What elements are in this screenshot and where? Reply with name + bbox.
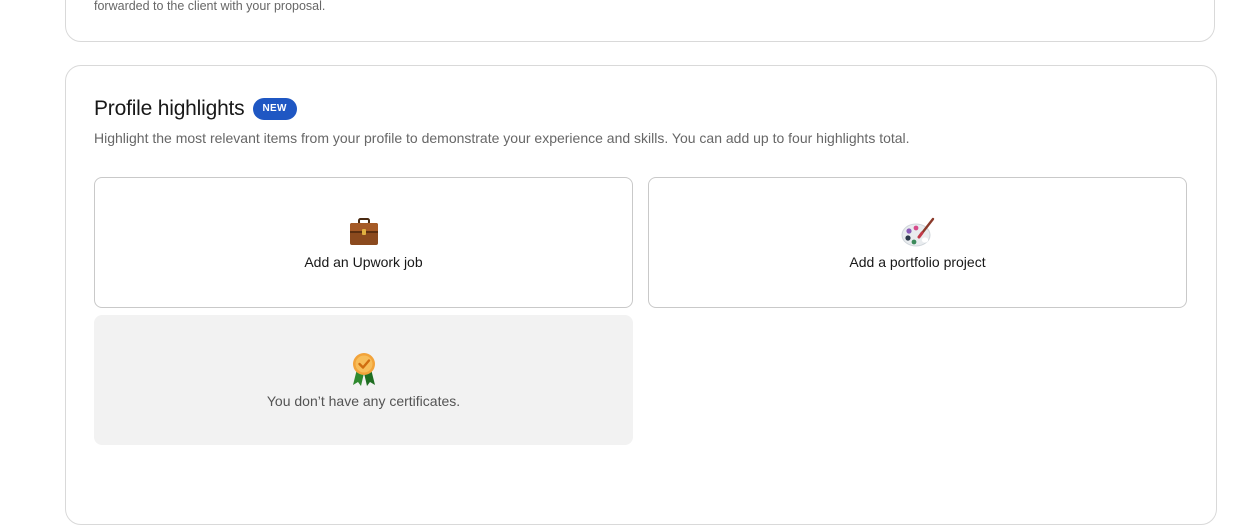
certificates-empty-tile: You don’t have any certificates. — [94, 315, 633, 445]
section-title: Profile highlights — [94, 97, 245, 120]
add-portfolio-project-button[interactable]: Add a portfolio project — [648, 177, 1187, 308]
section-description: Highlight the most relevant items from y… — [94, 130, 910, 146]
profile-highlights-card: Profile highlights NEW Highlight the mos… — [65, 65, 1217, 525]
palette-icon — [901, 217, 934, 246]
new-badge: NEW — [252, 98, 297, 120]
profile-highlights-header: Profile highlights NEW — [94, 94, 297, 124]
add-portfolio-project-label: Add a portfolio project — [849, 253, 986, 270]
briefcase-icon — [349, 217, 378, 245]
add-upwork-job-button[interactable]: Add an Upwork job — [94, 177, 633, 308]
add-upwork-job-label: Add an Upwork job — [304, 253, 423, 270]
previous-section-card: forwarded to the client with your propos… — [65, 0, 1215, 42]
certificate-ribbon-icon — [352, 353, 375, 386]
no-certificates-text: You don’t have any certificates. — [266, 393, 461, 409]
previous-section-note: forwarded to the client with your propos… — [94, 0, 326, 13]
